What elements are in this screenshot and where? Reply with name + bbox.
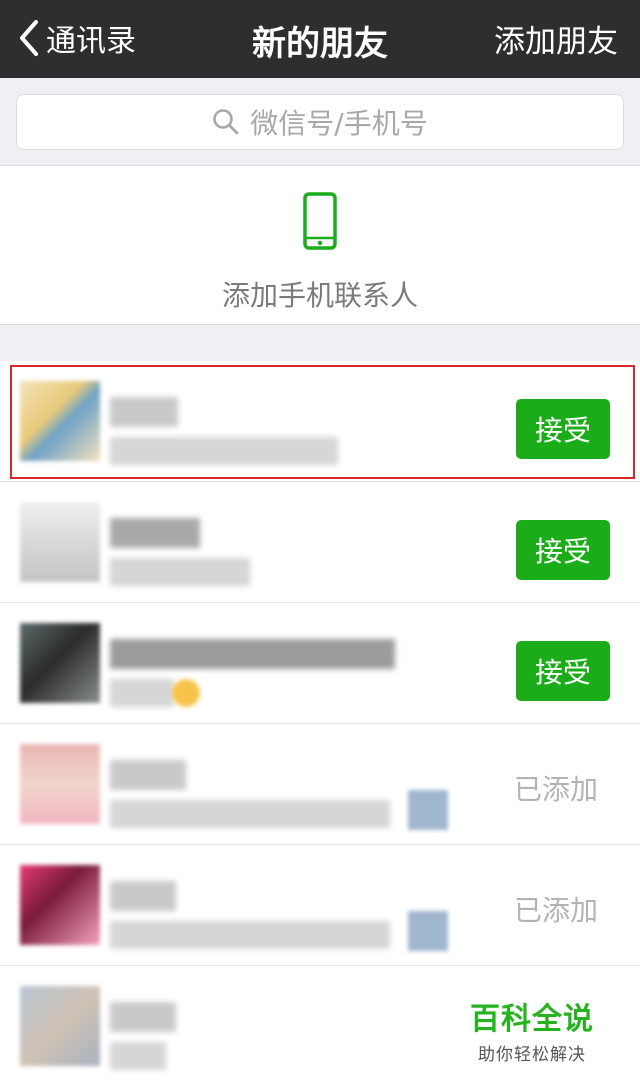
added-status: 已添加 — [513, 894, 598, 927]
friend-request-list: 接受 接受 接受 已添加 已添加 — [0, 361, 640, 1086]
search-placeholder: 微信号/手机号 — [250, 107, 428, 140]
contact-name — [110, 881, 176, 911]
watermark-subtitle: 助你轻松解决 — [478, 1045, 586, 1065]
chevron-left-icon — [20, 20, 38, 56]
friend-request-row[interactable]: 已添加 — [0, 845, 640, 966]
contact-name — [110, 518, 200, 548]
section-gap — [0, 325, 640, 361]
search-input[interactable]: 微信号/手机号 — [16, 94, 624, 150]
avatar — [20, 381, 100, 461]
contact-name — [110, 760, 186, 790]
search-area: 微信号/手机号 — [0, 78, 640, 166]
watermark-title: 百科全说 — [470, 1002, 594, 1037]
contact-name — [110, 1002, 176, 1032]
friend-request-row[interactable]: 接受 — [0, 603, 640, 724]
avatar — [20, 744, 100, 824]
back-button[interactable]: 通讯录 — [18, 16, 136, 60]
contact-name — [110, 397, 178, 427]
back-label: 通讯录 — [46, 24, 136, 59]
phone-icon — [303, 192, 337, 250]
friend-request-row[interactable]: 接受 — [0, 482, 640, 603]
avatar — [20, 502, 100, 582]
request-message — [110, 437, 338, 465]
added-status: 已添加 — [513, 773, 598, 806]
request-message — [110, 921, 390, 949]
add-friend-button[interactable]: 添加朋友 — [494, 16, 618, 61]
friend-request-row[interactable]: 已添加 — [0, 724, 640, 845]
contact-name — [110, 639, 395, 669]
accept-button[interactable]: 接受 — [516, 520, 610, 580]
image-thumbnail — [408, 911, 448, 951]
avatar — [20, 986, 100, 1066]
request-message — [110, 1042, 166, 1070]
navigation-bar: 通讯录 新的朋友 添加朋友 — [0, 0, 640, 78]
request-message — [110, 558, 250, 586]
search-icon — [213, 109, 239, 135]
request-message — [110, 679, 174, 707]
accept-button[interactable]: 接受 — [516, 641, 610, 701]
image-thumbnail — [408, 790, 448, 830]
add-phone-contacts[interactable]: 添加手机联系人 — [0, 166, 640, 325]
friend-request-row[interactable]: 接受 — [0, 361, 640, 482]
avatar — [20, 865, 100, 945]
watermark: 百科全说 助你轻松解决 — [470, 994, 594, 1065]
accept-button[interactable]: 接受 — [516, 399, 610, 459]
add-phone-contacts-label: 添加手机联系人 — [221, 279, 418, 312]
request-message — [110, 800, 390, 828]
avatar — [20, 623, 100, 703]
sun-emoji-icon — [172, 679, 200, 707]
